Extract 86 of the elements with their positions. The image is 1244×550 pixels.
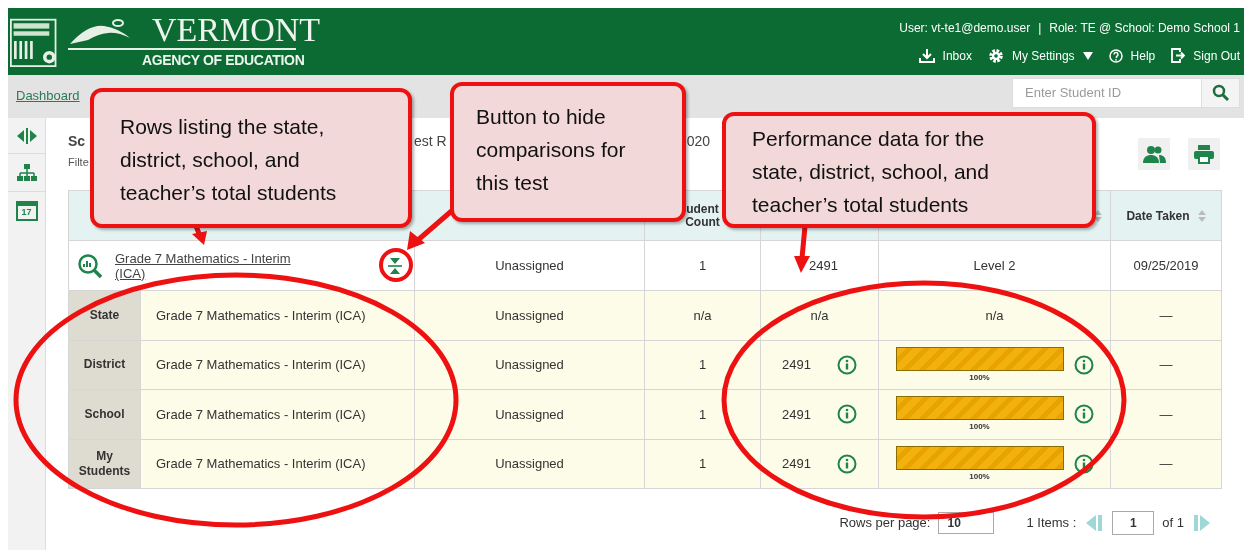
bar-percentage: 100% xyxy=(969,471,990,482)
nav-link[interactable]: My Settings xyxy=(987,46,1093,65)
callout: Performance data for the state, district, school, and teacher’s total students xyxy=(722,112,1096,228)
group-button[interactable] xyxy=(1138,138,1170,170)
row-header: School xyxy=(83,406,126,422)
help-icon xyxy=(1108,48,1123,63)
table-cell-text: 2491 xyxy=(782,356,811,374)
breadcrumb-link[interactable]: Dashboard xyxy=(16,86,80,106)
table-cell-text: Grade 7 Mathematics - Interim (ICA) xyxy=(156,405,366,424)
sign-out-icon xyxy=(1171,48,1186,63)
hide-comparisons-button[interactable] xyxy=(386,256,404,275)
search-icon xyxy=(1211,84,1230,102)
table-cell-text: — xyxy=(1159,306,1173,325)
hierarchy-icon[interactable] xyxy=(16,163,37,182)
report-magnifier-icon[interactable] xyxy=(77,252,103,279)
collapse-icon xyxy=(387,256,403,275)
filter-label: Filte xyxy=(68,155,89,171)
row-header: My Students xyxy=(77,448,132,479)
user-label: User: vt-te1@demo.user xyxy=(899,19,1031,37)
table-cell-text: Grade 7 Mathematics - Interim (ICA) xyxy=(156,356,366,374)
info-icon[interactable] xyxy=(836,453,857,474)
bar-percentage: 100% xyxy=(969,372,990,383)
page-total: of 1 xyxy=(1162,514,1184,533)
table-cell-text: 1 xyxy=(698,405,707,424)
previous-icon xyxy=(1084,513,1105,533)
callout: Button to hide comparisons for this test xyxy=(450,82,686,222)
items-count: 1 Items : xyxy=(1026,514,1077,533)
table-cell-text: n/a xyxy=(985,306,1004,325)
table-cell-text: Unassigned xyxy=(495,455,564,473)
info-icon[interactable] xyxy=(836,354,857,375)
report-title: Sc xyxy=(68,132,87,152)
calendar-icon[interactable]: 17 xyxy=(15,201,38,221)
pointer-arrow xyxy=(794,225,810,273)
table-cell-text: Unassigned xyxy=(495,356,564,374)
row-header: State xyxy=(88,307,121,323)
gear-icon xyxy=(987,47,1004,64)
column-header[interactable]: Date Taken xyxy=(1126,206,1190,225)
row-header: District xyxy=(82,357,127,373)
table-cell-text: Grade 7 Mathematics - Interim (ICA) xyxy=(156,306,366,325)
table-cell-text: n/a xyxy=(693,306,712,325)
page-number-field[interactable]: 1 xyxy=(1112,511,1155,535)
printer-icon xyxy=(1194,144,1214,164)
table-cell-text: Unassigned xyxy=(495,306,564,325)
table-cell-text: 2491 xyxy=(782,455,811,473)
table-cell-text: Grade 7 Mathematics - Interim (ICA) xyxy=(156,455,366,473)
table-cell-text: — xyxy=(1159,356,1173,374)
table-cell-text: Unassigned xyxy=(495,256,564,275)
bar-percentage: 100% xyxy=(969,422,990,433)
expand-collapse-icon[interactable] xyxy=(16,127,37,144)
logo-subtitle: AGENCY OF EDUCATION xyxy=(142,50,305,70)
next-icon xyxy=(1192,513,1212,533)
test-name-link[interactable]: Grade 7 Mathematics - Interim (ICA) xyxy=(115,250,311,281)
print-button[interactable] xyxy=(1188,138,1220,170)
info-icon[interactable] xyxy=(1073,453,1094,474)
table-cell-text: 1 xyxy=(698,256,707,275)
rows-per-page-field[interactable]: 10 xyxy=(938,512,995,534)
column-header: udent Count xyxy=(684,202,721,229)
sort-icon[interactable] xyxy=(1094,208,1102,223)
table-cell-text: 2491 xyxy=(782,405,811,424)
table-cell-text: Unassigned xyxy=(495,405,564,424)
highlight-circle xyxy=(379,248,413,282)
table-cell-text: 2491 xyxy=(808,256,838,275)
logo-title: VERMONT xyxy=(152,13,321,46)
student-search-field[interactable]: Enter Student ID xyxy=(1012,78,1202,108)
rows-per-page-label: Rows per page: xyxy=(839,514,931,533)
search-button[interactable] xyxy=(1202,78,1240,108)
report-title: est R xyxy=(414,132,447,152)
people-icon xyxy=(1142,145,1166,163)
callout: Rows listing the state, district, school, and teacher’s total students xyxy=(90,88,412,228)
table-cell-text: 09/25/2019 xyxy=(1133,256,1199,275)
download-icon xyxy=(918,48,935,63)
info-icon[interactable] xyxy=(836,404,857,425)
report-title: 020 xyxy=(686,132,711,152)
table-cell-text: n/a xyxy=(810,306,829,325)
nav-link[interactable]: Help xyxy=(1108,46,1156,65)
nav-link[interactable]: Sign Out xyxy=(1171,46,1240,65)
nav-link[interactable]: Inbox xyxy=(918,46,972,65)
info-icon[interactable] xyxy=(1073,404,1094,425)
role-label: Role: TE @ School: Demo School 1 xyxy=(1049,19,1240,37)
table-cell-text: 1 xyxy=(698,455,707,473)
table-cell-text: — xyxy=(1159,405,1173,424)
info-icon[interactable] xyxy=(1073,354,1094,375)
table-cell-text: Level 2 xyxy=(973,256,1016,275)
table-cell-text: 1 xyxy=(698,356,707,374)
table-cell-text: — xyxy=(1159,455,1173,473)
separator: | xyxy=(1038,19,1042,37)
